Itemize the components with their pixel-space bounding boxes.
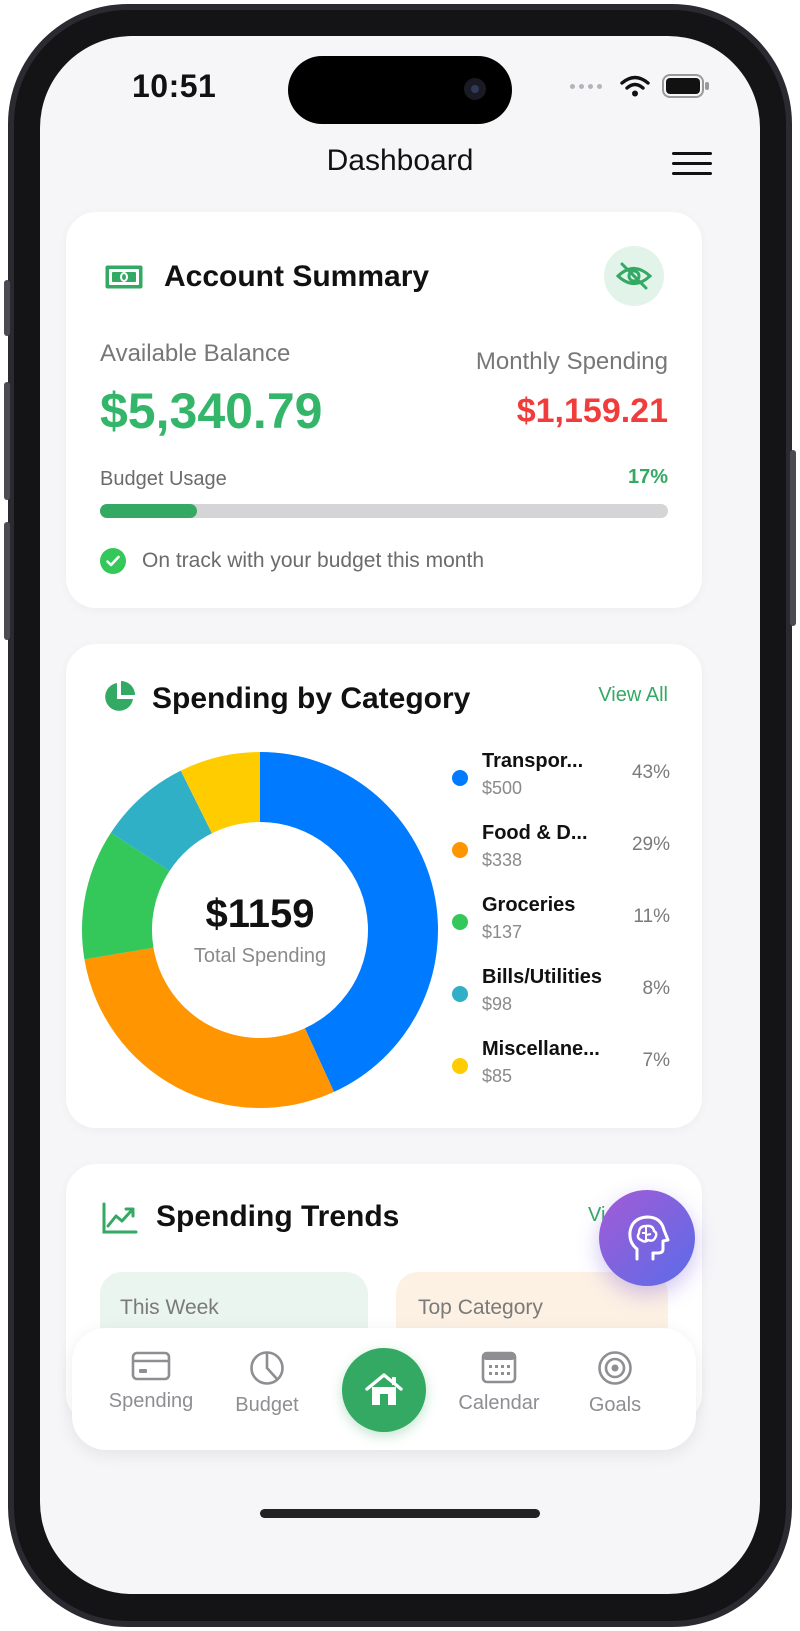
battery-icon: [662, 74, 709, 98]
tab-goals[interactable]: Goals: [560, 1350, 670, 1417]
home-icon: [365, 1373, 403, 1405]
budget-usage-percent: 17%: [627, 466, 668, 488]
budget-progress-bar: [100, 504, 668, 518]
home-indicator: [260, 1509, 540, 1518]
legend-category-percent: 29%: [631, 834, 670, 855]
legend-item[interactable]: Groceries $137 11%: [452, 892, 670, 964]
bottom-tab-bar: Spending Budget Calendar Goals: [72, 1328, 696, 1450]
legend-category-name: Transpor...: [482, 750, 584, 772]
legend-category-percent: 8%: [642, 978, 670, 999]
legend-item[interactable]: Bills/Utilities $98 8%: [452, 964, 670, 1036]
legend-category-percent: 43%: [631, 762, 670, 783]
spending-by-category-title: Spending by Category: [152, 682, 471, 715]
account-summary-title: Account Summary: [164, 260, 430, 293]
brain-head-icon: [628, 1215, 670, 1261]
legend-category-amount: $137: [482, 922, 523, 942]
signal-dots-icon: [570, 83, 602, 89]
monthly-spending-value: $1,159.21: [516, 392, 668, 430]
account-summary-card: Account Summary Available Balance $5,340…: [66, 212, 702, 608]
money-bill-icon: [105, 265, 143, 289]
status-time: 10:51: [132, 68, 217, 104]
top-category-label: Top Category: [418, 1296, 543, 1319]
budget-status-text: On track with your budget this month: [142, 549, 484, 572]
phone-screen: 10:51 Dashboard Account Summary Availabl…: [40, 36, 760, 1594]
legend-color-dot: [452, 842, 468, 858]
status-icons: [570, 74, 710, 98]
trend-line-icon: [102, 1202, 138, 1234]
mute-switch: [4, 280, 10, 336]
legend-color-dot: [452, 986, 468, 1002]
volume-up-button: [4, 382, 10, 500]
pie-chart-icon: [105, 681, 135, 711]
calendar-icon: [481, 1351, 517, 1384]
tab-budget-label: Budget: [235, 1394, 299, 1416]
budget-progress-fill: [100, 504, 197, 518]
tab-budget[interactable]: Budget: [212, 1350, 322, 1417]
legend-category-amount: $500: [482, 778, 523, 798]
page-title: Dashboard: [326, 144, 474, 177]
legend-category-name: Bills/Utilities: [482, 966, 603, 988]
toggle-visibility-button[interactable]: [604, 246, 664, 306]
legend-category-name: Food & D...: [482, 822, 588, 844]
hamburger-menu-icon[interactable]: [672, 152, 712, 176]
legend-color-dot: [452, 770, 468, 786]
legend-category-name: Miscellane...: [482, 1038, 600, 1060]
camera-icon: [464, 78, 486, 100]
eye-slash-icon: [616, 262, 652, 290]
dynamic-island: [288, 56, 512, 124]
tab-calendar[interactable]: Calendar: [444, 1350, 554, 1415]
legend-item[interactable]: Food & D... $338 29%: [452, 820, 670, 892]
legend-category-amount: $338: [482, 850, 523, 870]
wifi-icon: [620, 75, 650, 97]
spending-trends-title: Spending Trends: [156, 1200, 400, 1233]
ai-assistant-button[interactable]: [599, 1190, 695, 1286]
legend-category-amount: $85: [482, 1066, 513, 1086]
spending-by-category-card: Spending by Category View All $1159 Tota…: [66, 644, 702, 1128]
budget-status: On track with your budget this month: [100, 548, 484, 574]
legend-category-percent: 7%: [642, 1050, 670, 1071]
tab-spending-label: Spending: [108, 1390, 194, 1412]
volume-down-button: [4, 522, 10, 640]
tab-calendar-label: Calendar: [458, 1392, 540, 1414]
available-balance-label: Available Balance: [100, 340, 291, 367]
tab-spending[interactable]: Spending: [96, 1350, 206, 1413]
legend-color-dot: [452, 1058, 468, 1074]
monthly-spending-label: Monthly Spending: [475, 348, 668, 375]
power-button: [790, 450, 796, 626]
donut-segment-1[interactable]: [84, 947, 334, 1108]
tab-goals-label: Goals: [588, 1394, 642, 1416]
this-week-label: This Week: [120, 1296, 219, 1319]
view-all-link[interactable]: View All: [598, 684, 668, 707]
category-legend: Transpor... $500 43% Food & D... $338 29% Groc…: [452, 748, 670, 1108]
budget-usage-label: Budget Usage: [100, 468, 227, 490]
pie-chart-outline-icon: [250, 1351, 284, 1385]
credit-card-icon: [131, 1351, 171, 1381]
spending-donut-chart: [82, 752, 438, 1108]
legend-item[interactable]: Transpor... $500 43%: [452, 748, 670, 820]
checkmark-circle-icon: [100, 548, 126, 574]
legend-color-dot: [452, 914, 468, 930]
legend-item[interactable]: Miscellane... $85 7%: [452, 1036, 670, 1108]
legend-category-percent: 11%: [633, 906, 670, 927]
legend-category-amount: $98: [482, 994, 513, 1014]
legend-category-name: Groceries: [482, 894, 576, 916]
target-icon: [598, 1351, 632, 1385]
tab-home[interactable]: [342, 1348, 426, 1432]
available-balance-value: $5,340.79: [100, 383, 323, 439]
